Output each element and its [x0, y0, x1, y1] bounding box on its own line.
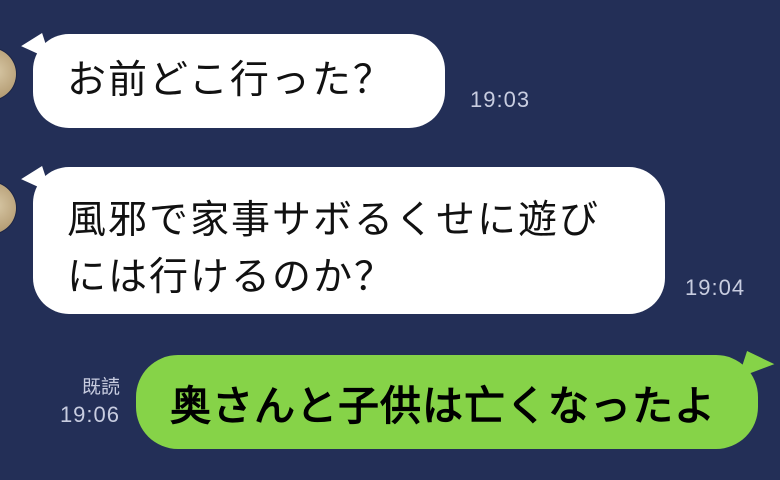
- message-bubble-incoming[interactable]: お前どこ行った？: [33, 34, 445, 128]
- sender-avatar[interactable]: [0, 48, 16, 100]
- message-text: お前どこ行った？: [67, 57, 394, 103]
- message-text-line: 風邪で家事サボるくせに遊び: [67, 198, 601, 243]
- message-text: 奥さんと子供は亡くなったよ: [170, 382, 716, 430]
- message-timestamp: 19:06: [59, 402, 120, 427]
- read-receipt: 既読 19:06: [36, 374, 120, 430]
- chat-view: お前どこ行った？ 19:03 風邪で家事サボるくせに遊び には行けるのか？ 19…: [0, 0, 780, 480]
- message-timestamp: 19:03: [470, 87, 531, 112]
- read-label: 既読: [81, 376, 120, 398]
- message-bubble-outgoing[interactable]: 奥さんと子供は亡くなったよ: [136, 355, 758, 449]
- sender-avatar[interactable]: [0, 182, 16, 234]
- message-text-line: には行けるのか？: [67, 254, 396, 300]
- message-bubble-incoming[interactable]: 風邪で家事サボるくせに遊び には行けるのか？: [33, 167, 665, 314]
- message-timestamp: 19:04: [685, 275, 746, 300]
